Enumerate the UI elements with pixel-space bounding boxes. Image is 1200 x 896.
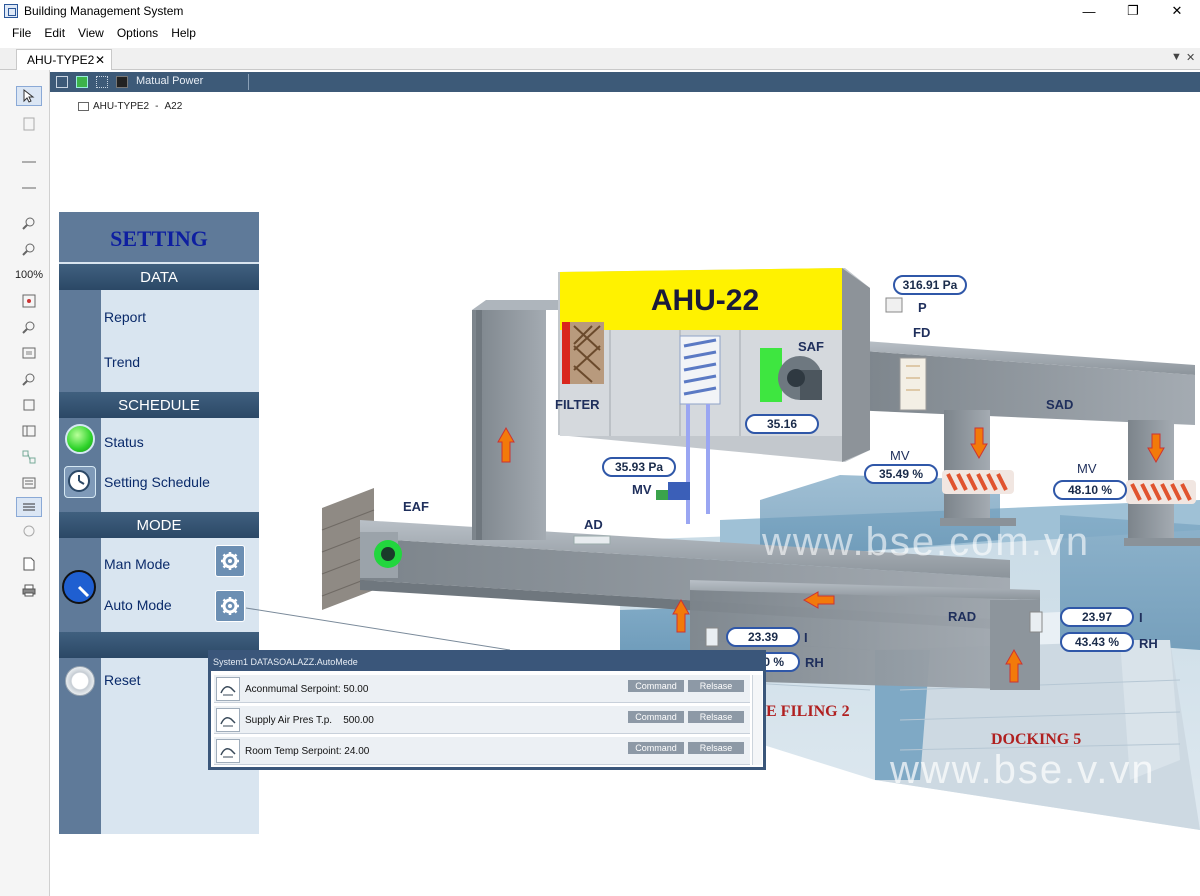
schedule-clock-icon — [64, 466, 96, 498]
setpoint-label: Room Temp Serpoint: 24.00 — [245, 746, 370, 757]
setpoint-label: Supply Air Pres T.p. 500.00 — [245, 715, 374, 726]
watermark-1: www.bse.com.vn — [762, 520, 1091, 564]
status-link[interactable]: Status — [104, 434, 144, 450]
room2-name: DOCKING 5 — [991, 731, 1082, 748]
command-button[interactable]: Command — [628, 680, 684, 692]
sad-label: SAD — [1046, 397, 1074, 412]
sensor-2 — [1029, 611, 1043, 633]
schedule-header: SCHEDULE — [59, 392, 259, 418]
release-button[interactable]: Relsase — [688, 711, 744, 723]
eaf-label: EAF — [403, 499, 429, 514]
reset-button-icon[interactable] — [65, 666, 95, 696]
release-button[interactable]: Relsase — [688, 742, 744, 754]
man-mode-gear-icon[interactable] — [215, 545, 245, 577]
p-label: P — [918, 300, 927, 315]
filter-component — [562, 322, 604, 384]
mv1-label: MV — [890, 448, 910, 463]
mv2-label: MV — [1077, 461, 1097, 476]
setting-title: SETTING — [110, 226, 208, 251]
mv-damper-1 — [942, 470, 1014, 494]
room1-rh-unit: RH — [805, 655, 824, 670]
mv-damper-2 — [1126, 480, 1196, 504]
data-header: DATA — [59, 264, 259, 290]
fd-label: FD — [913, 325, 931, 340]
mv2-value[interactable]: 48.10 % — [1053, 480, 1127, 500]
room1-name: E FILING 2 — [766, 703, 850, 720]
auto-mode-gear-icon[interactable] — [215, 590, 245, 622]
reset-link[interactable]: Reset — [104, 672, 141, 688]
mode-header: MODE — [59, 512, 259, 538]
auto-mode-popup: System1 DATASOALAZZ.AutoMede Aconmumal S… — [208, 650, 766, 770]
eaf-fan — [360, 532, 402, 578]
report-link[interactable]: Report — [104, 309, 146, 325]
auto-mode-link[interactable]: Auto Mode — [104, 597, 172, 613]
room2-temp-value[interactable]: 23.97 — [1060, 607, 1134, 627]
mv1-value[interactable]: 35.49 % — [864, 464, 938, 484]
trend-link[interactable]: Trend — [104, 354, 140, 370]
sensor-1 — [705, 627, 719, 647]
command-button[interactable]: Command — [628, 742, 684, 754]
saf-label: SAF — [798, 339, 824, 354]
command-button[interactable]: Command — [628, 711, 684, 723]
ad-damper — [573, 535, 611, 545]
setpoint-label: Aconmumal Serpoint: 50.00 — [245, 684, 369, 695]
setpoint-hand-icon — [216, 739, 240, 763]
riser-duct — [472, 300, 560, 540]
mv-label: MV — [632, 482, 652, 497]
setpoint-hand-icon — [216, 677, 240, 701]
pressure-value[interactable]: 316.91 Pa — [893, 275, 967, 295]
filter-label: FILTER — [555, 397, 600, 412]
setting-schedule-link[interactable]: Setting Schedule — [104, 474, 210, 490]
room2-rh-value[interactable]: 43.43 % — [1060, 632, 1134, 652]
room2-temp-unit: I — [1139, 610, 1143, 625]
man-mode-link[interactable]: Man Mode — [104, 556, 170, 572]
room2-rh-unit: RH — [1139, 636, 1158, 651]
ahu-title: AHU-22 — [650, 284, 760, 317]
rad-label: RAD — [948, 609, 977, 624]
saf-value[interactable]: 35.16 — [745, 414, 819, 434]
setpoint-hand-icon — [216, 708, 240, 732]
status-indicator-icon — [65, 424, 95, 454]
release-button[interactable]: Relsase — [688, 680, 744, 692]
watermark-2: www.bse.v.vn — [890, 748, 1156, 792]
mv-pressure-value[interactable]: 35.93 Pa — [602, 457, 676, 477]
popup-row: Room Temp Serpoint: 24.00 Command Relsas… — [214, 737, 750, 765]
mode-dial-icon — [62, 570, 96, 604]
ad-label: AD — [584, 517, 603, 532]
room1-temp-unit: I — [804, 630, 808, 645]
popup-scrollbar[interactable] — [752, 675, 762, 765]
popup-row: Aconmumal Serpoint: 50.00 Command Relsas… — [214, 675, 750, 703]
panel-stripe — [59, 290, 101, 834]
room1-temp-value[interactable]: 23.39 — [726, 627, 800, 647]
popup-row: Supply Air Pres T.p. 500.00 Command Rels… — [214, 706, 750, 734]
popup-title: System1 DATASOALAZZ.AutoMede — [211, 653, 763, 671]
